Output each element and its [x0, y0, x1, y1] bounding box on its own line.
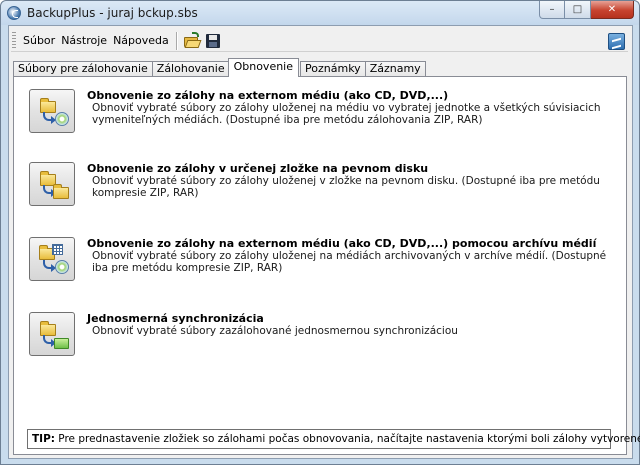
restore-media-archive-icon — [30, 238, 74, 280]
window-controls: – □ ✕ — [539, 1, 634, 19]
option-title: Jednosmerná synchronizácia — [87, 312, 264, 325]
client-area: Súbor Nástroje Nápoveda Súbory pre záloh… — [8, 25, 633, 459]
option-title: Obnovenie zo zálohy na externom médiu (a… — [87, 237, 597, 250]
tab-notes[interactable]: Poznámky — [300, 61, 366, 77]
tab-backup[interactable]: Zálohovanie — [151, 61, 230, 77]
toolbar-separator — [175, 31, 178, 50]
restore-from-media-icon — [30, 90, 74, 132]
restore-from-folder-button[interactable] — [29, 162, 75, 206]
restore-option-folder: Obnovenie zo zálohy v určenej zložke na … — [29, 162, 609, 212]
tab-files-to-backup[interactable]: Súbory pre zálohovanie — [13, 61, 153, 77]
option-title: Obnovenie zo zálohy v určenej zložke na … — [87, 162, 429, 175]
option-description: Obnoviť vybraté súbory zo zálohy uložene… — [92, 250, 607, 274]
option-description: Obnoviť vybraté súbory zo zálohy uložene… — [92, 175, 600, 199]
restore-media-archive-button[interactable] — [29, 237, 75, 281]
option-title: Obnovenie zo zálohy na externom médiu (a… — [87, 89, 449, 102]
restore-option-media: Obnovenie zo zálohy na externom médiu (a… — [29, 89, 609, 139]
close-button[interactable]: ✕ — [591, 1, 634, 19]
restore-from-media-button[interactable] — [29, 89, 75, 133]
one-way-sync-button[interactable] — [29, 312, 75, 356]
toolbar-grip[interactable] — [12, 31, 16, 50]
app-window: BackupPlus - juraj bckup.sbs – □ ✕ Súbor… — [0, 0, 640, 465]
tab-restore[interactable]: Obnovenie — [227, 58, 300, 77]
restore-from-folder-icon — [30, 163, 74, 205]
tip-label: TIP: — [32, 433, 55, 445]
option-description: Obnoviť vybraté súbory zo zálohy uložene… — [92, 102, 601, 126]
menu-help[interactable]: Nápoveda — [110, 32, 172, 49]
tip-text: Pre prednastavenie zložiek so zálohami p… — [54, 433, 640, 445]
restore-option-media-archive: Obnovenie zo zálohy na externom médiu (a… — [29, 237, 609, 287]
window-title: BackupPlus - juraj bckup.sbs — [27, 6, 198, 20]
tab-logs[interactable]: Záznamy — [364, 61, 426, 77]
maximize-button[interactable]: □ — [565, 1, 591, 19]
tip-box: TIP: Pre prednastavenie zložiek so záloh… — [27, 429, 640, 449]
restore-panel: Obnovenie zo zálohy na externom médiu (a… — [13, 76, 627, 455]
save-disk-icon[interactable] — [204, 32, 222, 50]
minimize-button[interactable]: – — [539, 1, 565, 19]
one-way-sync-icon — [30, 313, 74, 355]
menu-tools[interactable]: Nástroje — [58, 32, 110, 49]
open-folder-icon[interactable] — [183, 31, 202, 50]
title-bar[interactable]: BackupPlus - juraj bckup.sbs – □ ✕ — [1, 1, 639, 25]
tab-strip: Súbory pre zálohovanie Zálohovanie Obnov… — [13, 58, 426, 77]
option-description: Obnoviť vybraté súbory zazálohované jedn… — [92, 325, 458, 337]
menu-toolbar: Súbor Nástroje Nápoveda — [11, 30, 628, 52]
menu-file[interactable]: Súbor — [20, 32, 58, 49]
app-logo-icon[interactable] — [7, 6, 21, 20]
brand-icon[interactable] — [608, 33, 625, 50]
restore-option-sync: Jednosmerná synchronizácia Obnoviť vybra… — [29, 312, 609, 362]
